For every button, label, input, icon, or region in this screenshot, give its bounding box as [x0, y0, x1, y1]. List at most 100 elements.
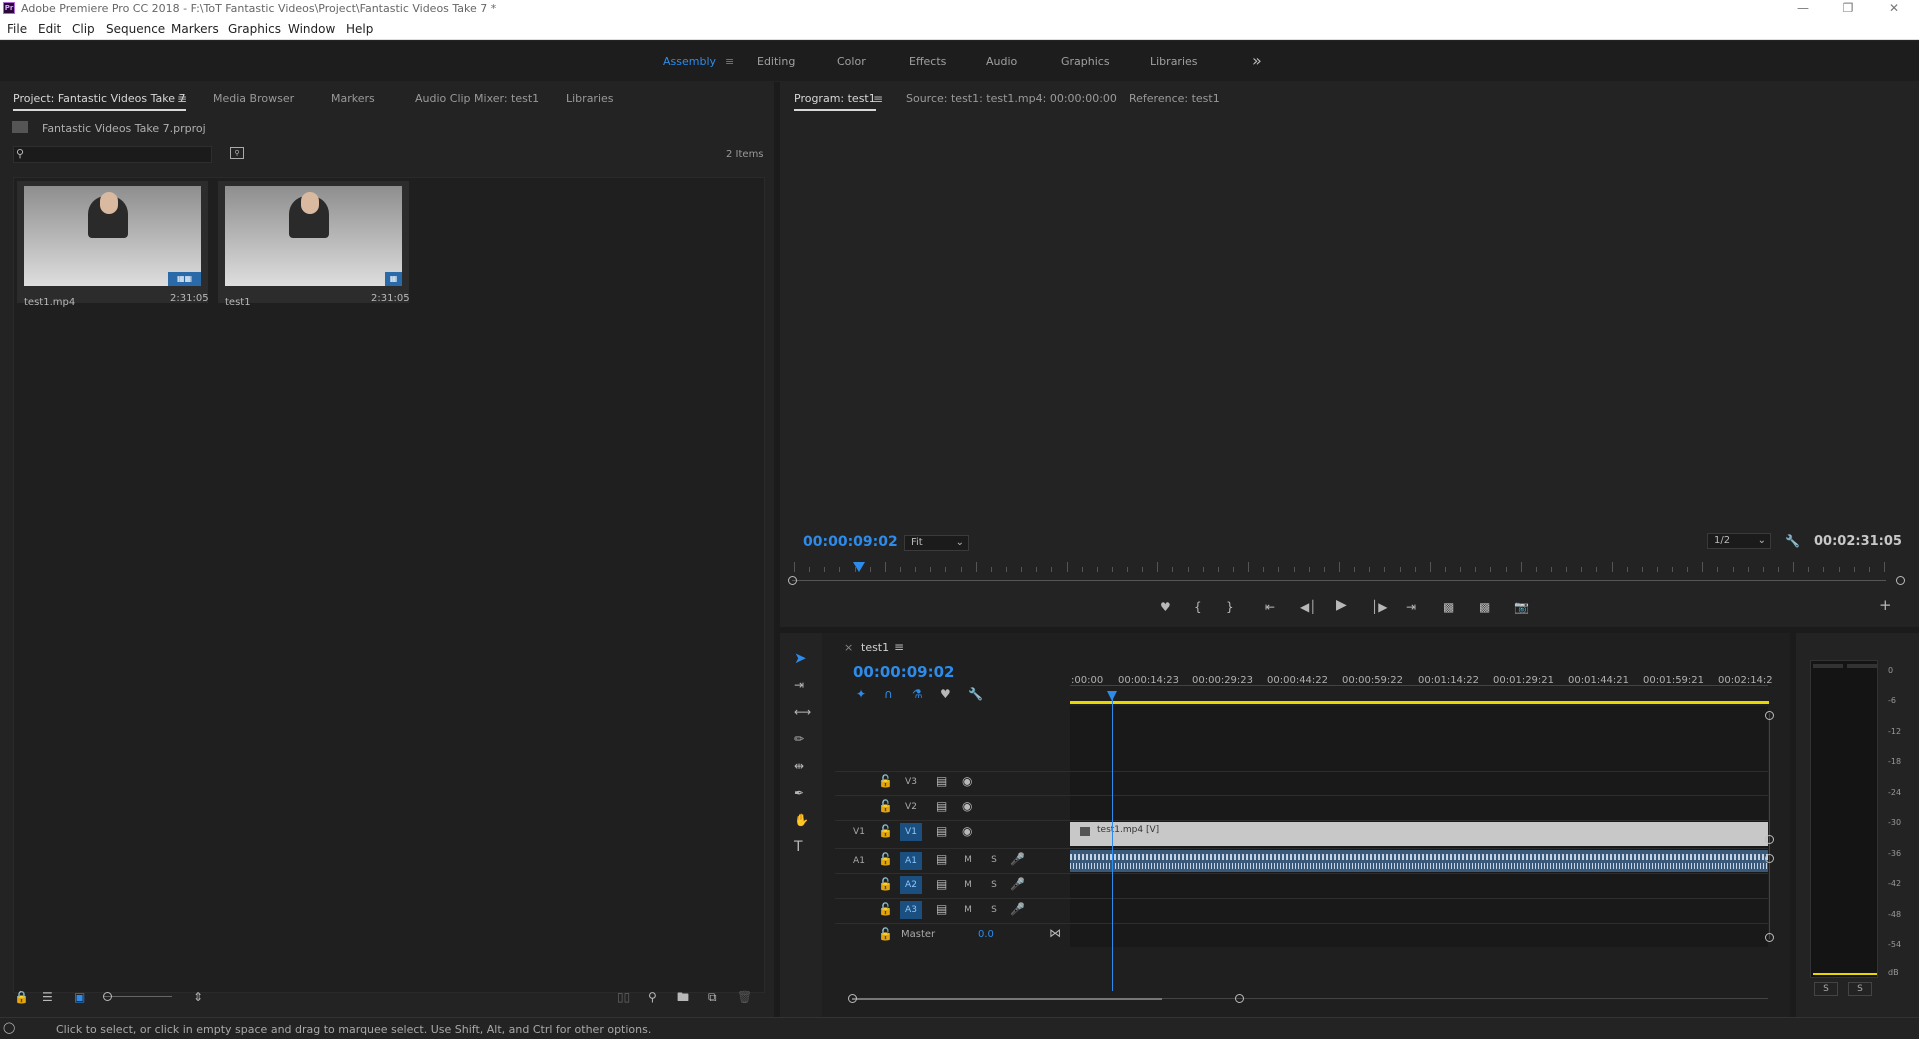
- eye-icon[interactable]: ◉: [962, 774, 972, 788]
- add-marker-icon[interactable]: ♥: [940, 687, 951, 701]
- tab-reference[interactable]: Reference: test1: [1129, 92, 1220, 105]
- clear-icon[interactable]: 🗑: [737, 990, 752, 1004]
- panel-menu-icon[interactable]: ≡: [894, 640, 904, 654]
- hand-tool-icon[interactable]: ✋: [794, 813, 809, 827]
- master-volume-value[interactable]: 0.0: [978, 929, 994, 940]
- menu-help[interactable]: Help: [346, 22, 373, 36]
- scroll-handle[interactable]: [1765, 854, 1774, 863]
- workspace-graphics[interactable]: Graphics: [1061, 55, 1110, 68]
- mute-button[interactable]: M: [962, 905, 974, 915]
- source-patch-v1[interactable]: V1: [850, 827, 868, 837]
- find-icon[interactable]: ⚲: [648, 990, 657, 1004]
- zoom-slider[interactable]: [104, 996, 172, 997]
- sort-icon[interactable]: ⇕: [193, 990, 203, 1004]
- tab-project[interactable]: Project: Fantastic Videos Take 7: [13, 92, 186, 111]
- scroll-handle[interactable]: [1765, 711, 1774, 720]
- menu-edit[interactable]: Edit: [38, 22, 61, 36]
- extract-icon[interactable]: ▩: [1479, 600, 1490, 614]
- sync-lock-icon[interactable]: ▤: [936, 774, 947, 788]
- eye-icon[interactable]: ◉: [962, 824, 972, 838]
- menu-graphics[interactable]: Graphics: [228, 22, 281, 36]
- icon-view-icon[interactable]: ▣: [74, 990, 85, 1004]
- list-view-icon[interactable]: ☰: [42, 990, 53, 1004]
- zoom-handle-left[interactable]: [788, 576, 797, 585]
- step-back-icon[interactable]: ◀│: [1300, 600, 1316, 614]
- add-marker-icon[interactable]: ♥: [1160, 600, 1171, 614]
- microphone-icon[interactable]: 🎤: [1010, 852, 1025, 866]
- play-icon[interactable]: ▶: [1336, 598, 1347, 612]
- track-label-a3[interactable]: A3: [900, 901, 922, 919]
- solo-left-button[interactable]: S: [1814, 982, 1838, 996]
- go-to-in-icon[interactable]: ⇤: [1265, 600, 1275, 614]
- microphone-icon[interactable]: 🎤: [1010, 877, 1025, 891]
- sync-lock-icon[interactable]: ▤: [936, 824, 947, 838]
- program-video-display[interactable]: [782, 112, 1919, 602]
- ripple-edit-tool-icon[interactable]: ⟷: [794, 705, 811, 719]
- pen-tool-icon[interactable]: ✒: [794, 786, 804, 800]
- mute-button[interactable]: M: [962, 880, 974, 890]
- scroll-handle[interactable]: [1765, 835, 1774, 844]
- mute-button[interactable]: M: [962, 855, 974, 865]
- button-editor-plus-icon[interactable]: +: [1879, 598, 1892, 613]
- monitor-playhead[interactable]: [853, 562, 866, 572]
- mark-out-icon[interactable]: }: [1226, 600, 1234, 614]
- go-to-out-icon[interactable]: ⇥: [1406, 600, 1416, 614]
- lock-icon[interactable]: 🔓: [878, 824, 893, 838]
- new-item-icon[interactable]: ⧉: [708, 990, 717, 1004]
- scroll-handle[interactable]: [1765, 933, 1774, 942]
- scroll-handle[interactable]: [848, 994, 857, 1003]
- lock-icon[interactable]: 🔓: [878, 927, 893, 941]
- list-item[interactable]: ▦▦ test1.mp4 2:31:05: [17, 181, 209, 308]
- audio-clip[interactable]: [1070, 850, 1768, 872]
- sequence-tab[interactable]: test1: [861, 641, 889, 654]
- step-forward-icon[interactable]: │▶: [1371, 600, 1387, 614]
- nest-insert-icon[interactable]: ✦: [856, 687, 866, 701]
- workspace-editing[interactable]: Editing: [757, 55, 795, 68]
- menu-window[interactable]: Window: [288, 22, 335, 36]
- eye-icon[interactable]: ◉: [962, 799, 972, 813]
- lock-icon[interactable]: 🔒: [14, 990, 29, 1004]
- track-select-tool-icon[interactable]: ⇥: [794, 678, 804, 692]
- more-workspaces-icon[interactable]: »: [1252, 51, 1262, 70]
- source-patch-a1[interactable]: A1: [850, 856, 868, 866]
- solo-button[interactable]: S: [988, 880, 1000, 890]
- tab-media-browser[interactable]: Media Browser: [213, 92, 294, 105]
- panel-menu-icon[interactable]: ≡: [177, 92, 187, 106]
- work-area-bar[interactable]: [1070, 701, 1769, 704]
- solo-right-button[interactable]: S: [1848, 982, 1872, 996]
- new-search-bin-icon[interactable]: ⚲: [230, 147, 244, 159]
- timeline-playhead-line[interactable]: [1111, 691, 1113, 991]
- timeline-playhead[interactable]: [1106, 691, 1117, 701]
- sync-lock-icon[interactable]: ▤: [936, 852, 947, 866]
- zoom-handle-right[interactable]: [1896, 576, 1905, 585]
- vertical-scrollbar[interactable]: [1769, 713, 1770, 939]
- new-bin-icon[interactable]: 🖿: [677, 990, 689, 1004]
- lock-icon[interactable]: 🔓: [878, 852, 893, 866]
- close-sequence-icon[interactable]: ×: [844, 641, 853, 654]
- zoom-dropdown[interactable]: Fit ⌄: [904, 535, 969, 551]
- search-input[interactable]: [13, 146, 212, 163]
- go-to-out-point-icon[interactable]: ⋈: [1049, 926, 1061, 940]
- workspace-audio[interactable]: Audio: [986, 55, 1017, 68]
- video-clip[interactable]: test1.mp4 [V]: [1070, 822, 1768, 846]
- monitor-time-ruler[interactable]: [794, 562, 1885, 574]
- sync-lock-icon[interactable]: ▤: [936, 902, 947, 916]
- workspace-assembly[interactable]: Assembly: [663, 55, 716, 68]
- tab-program[interactable]: Program: test1: [794, 92, 876, 111]
- razor-tool-icon[interactable]: ✏: [794, 732, 804, 746]
- mark-in-icon[interactable]: {: [1194, 600, 1202, 614]
- slip-tool-icon[interactable]: ⇹: [794, 759, 804, 773]
- workspace-menu-icon[interactable]: ≡: [725, 55, 734, 68]
- type-tool-icon[interactable]: T: [794, 840, 803, 854]
- tab-audio-clip-mixer[interactable]: Audio Clip Mixer: test1: [415, 92, 539, 105]
- tab-libraries[interactable]: Libraries: [566, 92, 614, 105]
- track-label-a1[interactable]: A1: [900, 852, 922, 870]
- selection-tool-icon[interactable]: ➤: [794, 651, 807, 666]
- wrench-icon[interactable]: 🔧: [1785, 534, 1800, 548]
- linked-selection-icon[interactable]: ⚗: [912, 687, 923, 701]
- quality-dropdown[interactable]: 1/2 ⌄: [1707, 533, 1771, 549]
- close-window-icon[interactable]: ✕: [1874, 0, 1914, 18]
- list-item[interactable]: ▦ test1 2:31:05: [218, 181, 410, 308]
- microphone-icon[interactable]: 🎤: [1010, 902, 1025, 916]
- monitor-zoom-bar[interactable]: [792, 580, 1886, 581]
